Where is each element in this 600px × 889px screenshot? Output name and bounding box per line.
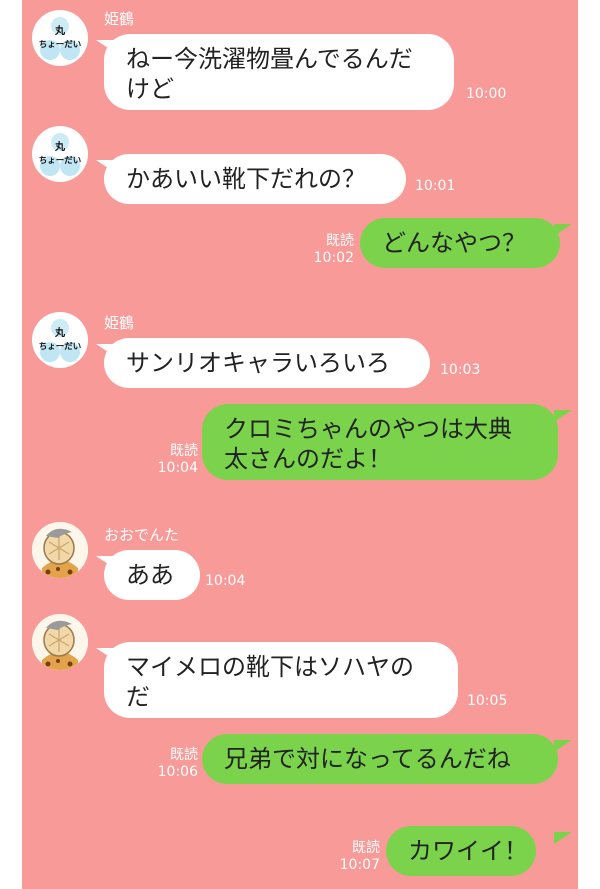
read-receipt: 既読 (352, 840, 380, 856)
svg-text:ちょーだい: ちょーだい (39, 40, 82, 50)
svg-text:ちょーだい: ちょーだい (39, 156, 82, 166)
avatar-himetsuru[interactable]: 丸 ちょーだい (32, 312, 88, 368)
timestamp: 10:06 (157, 764, 198, 780)
message-line: どんなやつ？ (382, 229, 526, 257)
svg-text:丸: 丸 (54, 24, 66, 37)
timestamp: 10:03 (440, 362, 481, 378)
message-meta: 既読 10:04 (158, 443, 198, 477)
message-line: カワイイ！ (408, 837, 528, 865)
message-bubble[interactable]: マイメロの靴下はソハヤの だ (104, 642, 458, 718)
timestamp: 10:02 (313, 250, 354, 266)
timestamp: 10:05 (467, 693, 508, 709)
avatar-oodenta[interactable] (32, 614, 88, 670)
svg-text:丸: 丸 (54, 140, 66, 153)
avatar-himetsuru[interactable]: 丸 ちょーだい (32, 126, 88, 182)
maru-choudai-sticker-icon: 丸 ちょーだい (33, 11, 87, 65)
sender-name: 姫鶴 (104, 10, 135, 28)
message-bubble[interactable]: ああ (104, 550, 200, 600)
svg-text:ちょーだい: ちょーだい (39, 342, 82, 352)
message-line: マイメロの靴下はソハヤの (126, 653, 414, 681)
character-avatar-icon (32, 614, 88, 670)
message-bubble[interactable]: 兄弟で対になってるんだね (202, 734, 558, 784)
chat-area[interactable]: 丸 ちょーだい 姫鶴 ねー今洗濯物畳んでるんだ けど 10:00 丸 ちょーだい… (22, 0, 578, 889)
message-line: 太さんのだよ！ (224, 445, 392, 473)
message-bubble[interactable]: カワイイ！ (386, 826, 536, 876)
character-avatar-icon (32, 522, 88, 578)
message-line: クロミちゃんのやつは大典 (224, 415, 512, 443)
maru-choudai-sticker-icon: 丸 ちょーだい (33, 127, 87, 181)
message-line: サンリオキャラいろいろ (126, 349, 390, 377)
message-line: ねー今洗濯物畳んでるんだ (126, 45, 413, 73)
sender-name: おおでんた (104, 526, 180, 544)
avatar-himetsuru[interactable]: 丸 ちょーだい (32, 10, 88, 66)
timestamp: 10:07 (339, 857, 380, 873)
message-line: 兄弟で対になってるんだね (224, 745, 511, 773)
message-bubble[interactable]: かあいい靴下だれの？ (104, 154, 406, 204)
timestamp: 10:01 (415, 178, 456, 194)
read-receipt: 既読 (326, 233, 354, 249)
message-line: かあいい靴下だれの？ (126, 165, 366, 193)
bubble-tail (554, 410, 572, 422)
bubble-tail (554, 832, 572, 844)
read-receipt: 既読 (170, 747, 198, 763)
message-line: ああ (126, 561, 174, 589)
read-receipt: 既読 (170, 443, 198, 459)
message-bubble[interactable]: サンリオキャラいろいろ (104, 338, 430, 388)
timestamp: 10:04 (205, 573, 246, 589)
timestamp: 10:00 (466, 86, 507, 102)
message-line: だ (126, 683, 150, 711)
message-bubble[interactable]: クロミちゃんのやつは大典 太さんのだよ！ (202, 404, 558, 480)
avatar-oodenta[interactable] (32, 522, 88, 578)
maru-choudai-sticker-icon: 丸 ちょーだい (33, 313, 87, 367)
timestamp: 10:04 (157, 460, 198, 476)
svg-text:丸: 丸 (54, 326, 66, 339)
message-bubble[interactable]: どんなやつ？ (360, 218, 560, 268)
message-meta: 既読 10:07 (340, 840, 380, 874)
message-bubble[interactable]: ねー今洗濯物畳んでるんだ けど (104, 34, 454, 110)
message-line: けど (126, 75, 174, 103)
message-meta: 既読 10:06 (158, 747, 198, 781)
sender-name: 姫鶴 (104, 314, 135, 332)
message-meta: 既読 10:02 (314, 233, 354, 267)
